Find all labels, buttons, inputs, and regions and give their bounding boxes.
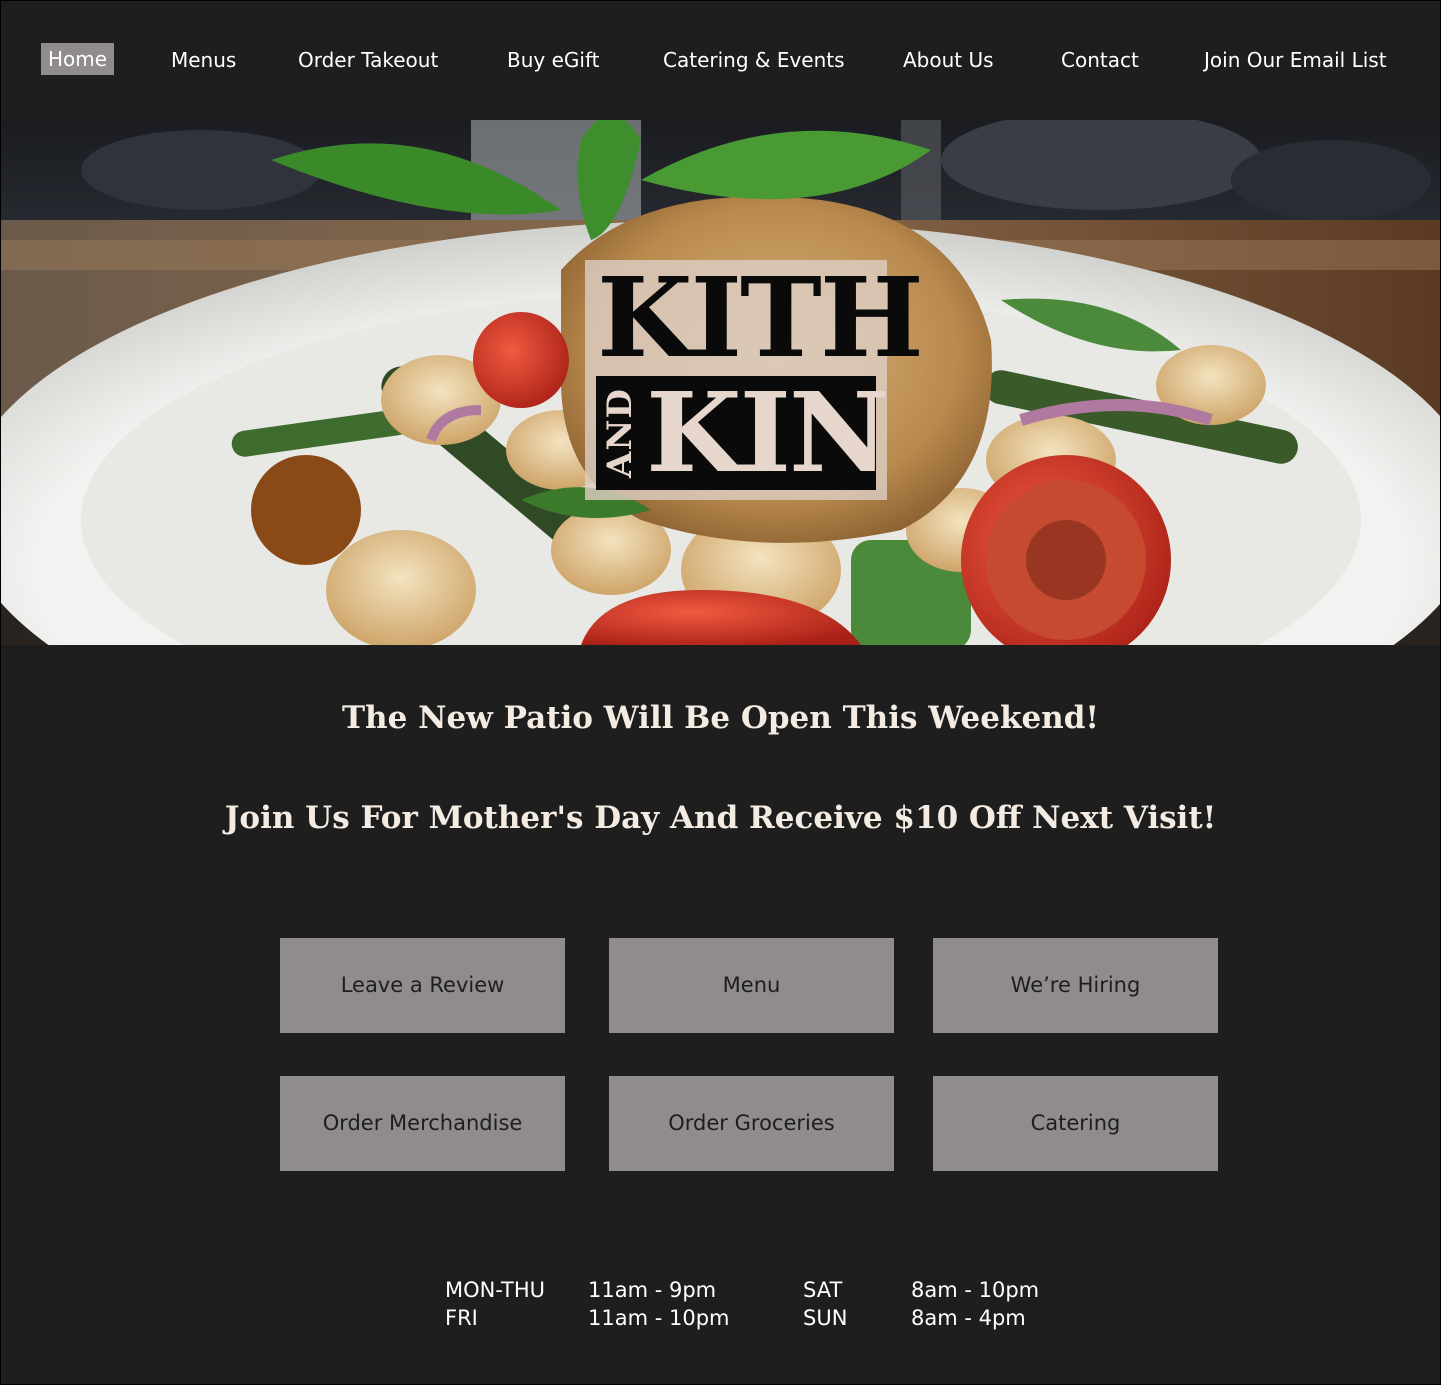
logo-kin-text: KIN — [646, 368, 890, 497]
logo-kin-block: AND KIN — [596, 368, 890, 497]
hours-time-sun: 8am - 4pm — [911, 1306, 1026, 1330]
nav-order-takeout[interactable]: Order Takeout — [298, 44, 438, 76]
hiring-button[interactable]: We’re Hiring — [933, 938, 1218, 1033]
nav-join-email-list[interactable]: Join Our Email List — [1204, 44, 1387, 76]
announcement-mothers-day: Join Us For Mother's Day And Receive $10… — [224, 800, 1217, 836]
nav-contact[interactable]: Contact — [1061, 44, 1139, 76]
leave-review-button[interactable]: Leave a Review — [280, 938, 565, 1033]
hours-time-sat: 8am - 10pm — [911, 1278, 1040, 1302]
hours-day-sat: SAT — [803, 1278, 843, 1302]
hero-banner: KITH AND KIN — [1, 120, 1440, 645]
nav-about-us[interactable]: About Us — [903, 44, 994, 76]
main-nav: Home Menus Order Takeout Buy eGift Cater… — [0, 0, 1441, 120]
menu-button[interactable]: Menu — [609, 938, 894, 1033]
logo-kith-text: KITH — [597, 253, 924, 382]
hours-day-sun: SUN — [803, 1306, 848, 1330]
kith-and-kin-logo: KITH AND KIN — [585, 253, 924, 500]
order-groceries-button[interactable]: Order Groceries — [609, 1076, 894, 1171]
nav-catering-events[interactable]: Catering & Events — [663, 44, 845, 76]
hours-time-fri: 11am - 10pm — [588, 1306, 730, 1330]
catering-button[interactable]: Catering — [933, 1076, 1218, 1171]
order-merchandise-button[interactable]: Order Merchandise — [280, 1076, 565, 1171]
nav-buy-egift[interactable]: Buy eGift — [507, 44, 599, 76]
logo-and-text-wrap: AND — [598, 376, 642, 490]
hours-day-mon-thu: MON-THU — [445, 1278, 545, 1302]
announcement-patio: The New Patio Will Be Open This Weekend! — [341, 700, 1100, 736]
nav-home[interactable]: Home — [41, 43, 115, 75]
logo-and-text: AND — [600, 388, 641, 478]
nav-menus[interactable]: Menus — [171, 44, 236, 76]
hours-time-mon-thu: 11am - 9pm — [588, 1278, 717, 1302]
hours-day-fri: FRI — [445, 1306, 478, 1330]
